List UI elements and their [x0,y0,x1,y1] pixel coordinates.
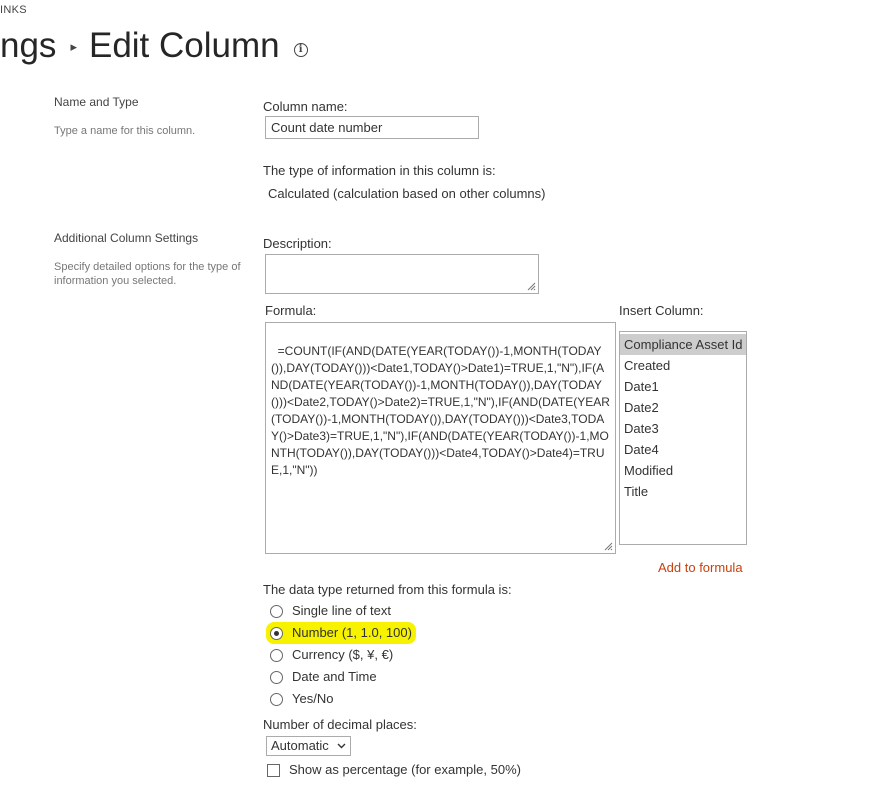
radio-label: Currency ($, ¥, €) [292,647,394,662]
resize-grip-icon[interactable] [603,541,613,551]
type-info-label: The type of information in this column i… [263,163,496,178]
insert-column-option[interactable]: Date1 [620,376,746,397]
highlight-mark: Number (1, 1.0, 100) [266,622,416,644]
insert-column-option[interactable]: Compliance Asset Id [620,334,746,355]
breadcrumb-previous[interactable]: ngs [0,26,56,65]
name-type-section-description: Type a name for this column. [54,125,196,137]
formula-textarea[interactable]: =COUNT(IF(AND(DATE(YEAR(TODAY())-1,MONTH… [265,322,616,554]
data-type-option-yes-no[interactable]: Yes/No [270,688,416,710]
radio-button[interactable] [270,604,283,618]
formula-value: =COUNT(IF(AND(DATE(YEAR(TODAY())-1,MONTH… [271,344,610,477]
data-type-label: The data type returned from this formula… [263,582,512,597]
radio-label: Date and Time [292,669,377,684]
decimal-places-value: Automatic [271,738,329,753]
data-type-option-number[interactable]: Number (1, 1.0, 100) [266,622,416,644]
chevron-down-icon [337,743,346,749]
description-label: Description: [263,236,332,251]
show-percentage-option[interactable]: Show as percentage (for example, 50%) [267,759,521,781]
column-name-label: Column name: [263,99,348,114]
insert-column-option[interactable]: Modified [620,460,746,481]
insert-column-option[interactable]: Date3 [620,418,746,439]
radio-label: Single line of text [292,603,392,618]
decimal-places-select[interactable]: Automatic [266,736,351,756]
radio-button[interactable] [270,626,283,640]
insert-column-option[interactable]: Date2 [620,397,746,418]
additional-section-description: Specify detailed options for the type of… [54,261,241,287]
links-label: INKS [0,4,27,16]
data-type-option-single-line[interactable]: Single line of text [270,600,416,622]
column-name-input[interactable]: Count date number [265,116,479,139]
insert-column-label: Insert Column: [619,303,704,318]
page-title-text: Edit Column [88,26,280,65]
decimal-places-label: Number of decimal places: [263,717,417,732]
show-percentage-checkbox[interactable] [267,763,280,777]
data-type-radio-group: Single line of text Number (1, 1.0, 100)… [266,600,416,710]
radio-button[interactable] [270,648,283,662]
show-percentage-label: Show as percentage (for example, 50%) [289,762,521,777]
additional-section-title: Additional Column Settings [54,231,199,245]
radio-label: Yes/No [292,691,334,706]
data-type-option-currency[interactable]: Currency ($, ¥, €) [270,644,416,666]
description-textarea[interactable] [265,254,539,294]
radio-label: Number (1, 1.0, 100) [292,625,412,640]
insert-column-option[interactable]: Title [620,481,746,502]
breadcrumb-separator-icon: ▸ [70,39,77,54]
radio-button[interactable] [270,692,283,706]
formula-label: Formula: [265,303,317,318]
type-info-value: Calculated (calculation based on other c… [268,186,546,201]
insert-column-option[interactable]: Date4 [620,439,746,460]
page-title: ngs ▸ Edit Column i [0,24,308,75]
info-icon[interactable]: i [293,43,308,57]
insert-column-listbox[interactable]: Compliance Asset Id Created Date1 Date2 … [619,331,747,545]
radio-button[interactable] [270,670,283,684]
name-type-section-title: Name and Type [54,95,139,109]
add-to-formula-link[interactable]: Add to formula [658,560,743,575]
resize-grip-icon[interactable] [526,281,536,291]
data-type-option-date-time[interactable]: Date and Time [270,666,416,688]
insert-column-option[interactable]: Created [620,355,746,376]
